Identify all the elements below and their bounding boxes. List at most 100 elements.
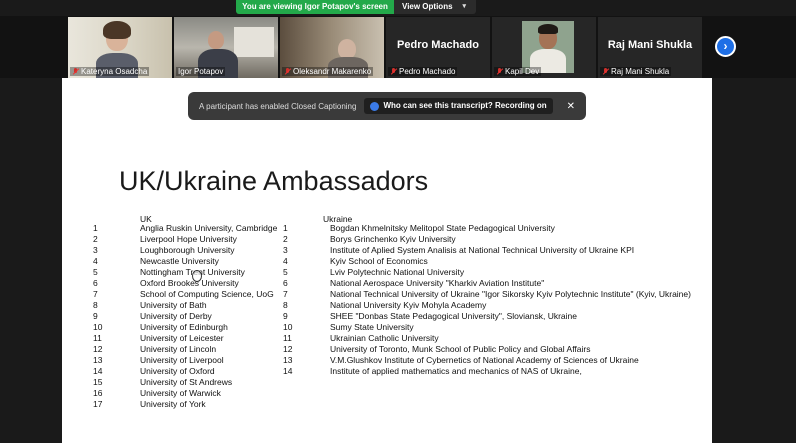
mic-muted-icon [284,67,291,76]
transcript-info-button[interactable]: Who can see this transcript? Recording o… [364,98,553,114]
row-number: 4 [283,256,288,266]
row-number: 7 [283,289,288,299]
row-number: 6 [283,278,288,288]
row-number: 10 [93,322,103,332]
participant-name: Igor Potapov [176,67,226,76]
mouse-cursor [192,270,202,282]
uk-university: Oxford Brookes University [140,278,239,288]
chevron-right-icon: › [723,39,728,53]
ukraine-university: Institute of applied mathematics and mec… [330,366,582,376]
uk-university: University of York [140,399,206,409]
ukraine-university: National Technical University of Ukraine… [330,289,691,299]
row-number: 13 [93,355,103,365]
participant-name: Oleksandr Makarenko [282,67,374,76]
transcript-info-label: Who can see this transcript? Recording o… [383,101,547,110]
mic-muted-icon [496,67,503,76]
ukraine-university-list: Bogdan Khmelnitsky Melitopol State Pedag… [330,223,691,377]
row-number: 4 [93,256,98,266]
row-number: 7 [93,289,98,299]
uk-university: Loughborough University [140,245,235,255]
next-participants-button[interactable]: › [715,36,736,57]
row-number: 13 [283,355,293,365]
uk-university: University of Warwick [140,388,221,398]
chevron-down-icon: ▾ [462,3,467,10]
row-number: 2 [93,234,98,244]
participant-tile[interactable]: Raj Mani Shukla Raj Mani Shukla [598,17,702,78]
row-number: 16 [93,388,103,398]
row-number: 14 [93,366,103,376]
uk-university: University of Derby [140,311,212,321]
uk-university: Nottingham Trent University [140,267,245,277]
ukraine-university: Lviv Polytechnic National University [330,267,465,277]
cc-notice-text: A participant has enabled Closed Caption… [199,101,357,111]
row-number: 6 [93,278,98,288]
row-number: 2 [283,234,288,244]
uk-number-list: 1 2 3 4 5 6 7 8 9 10 11 12 13 14 15 16 17 [93,223,102,410]
uk-university: University of St Andrews [140,377,233,387]
row-number: 11 [93,333,102,343]
zoom-window: You are viewing Igor Potapov's screen Vi… [0,0,796,443]
viewing-message: You are viewing Igor Potapov's screen [236,0,394,14]
participant-tile[interactable]: Kateryna Osadcha [68,17,172,78]
participant-name: Kapil Dev [494,67,542,76]
ukraine-university: University of Toronto, Munk School of Pu… [330,344,591,354]
slide-title: UK/Ukraine Ambassadors [119,166,429,196]
uk-university-list: Anglia Ruskin University, Cambridge Liver… [140,223,277,410]
uk-university: University of Bath [140,300,207,310]
row-number: 14 [283,366,293,376]
participant-tile[interactable]: Pedro Machado Pedro Machado [386,17,490,78]
participant-display-name: Pedro Machado [397,39,479,51]
row-number: 12 [93,344,103,354]
uk-university: Liverpool Hope University [140,234,237,244]
ukraine-university: Ukrainian Catholic University [330,333,439,343]
row-number: 5 [93,267,98,277]
ukraine-university: Sumy State University [330,322,414,332]
ukraine-university: Bogdan Khmelnitsky Melitopol State Pedag… [330,223,555,233]
uk-university: School of Computing Science, UoG [140,289,274,299]
participant-name: Kateryna Osadcha [70,67,150,76]
participant-tile[interactable]: Kapil Dev [492,17,596,78]
view-options-label: View Options [402,2,453,11]
row-number: 15 [93,377,103,387]
ukraine-university: Borys Grinchenko Kyiv University [330,234,456,244]
viewing-banner: You are viewing Igor Potapov's screen Vi… [236,0,476,14]
ukraine-university: National Aerospace University "Kharkiv A… [330,278,545,288]
row-number: 12 [283,344,293,354]
shared-screen: UK/Ukraine Ambassadors UK Ukraine 123456… [62,78,712,443]
row-number: 9 [283,311,288,321]
uk-university: University of Liverpool [140,355,224,365]
row-number: 1 [93,223,98,233]
row-number: 3 [283,245,288,255]
uk-university: University of Edinburgh [140,322,228,332]
ukraine-university: National University Kyiv Mohyla Academy [330,300,487,310]
uk-university: Anglia Ruskin University, Cambridge [140,223,278,233]
ukraine-university: Kyiv School of Economics [330,256,428,266]
mic-muted-icon [72,67,79,76]
uk-university: University of Oxford [140,366,215,376]
ukraine-university: V.M.Glushkov Institute of Cybernetics of… [330,355,639,365]
closed-caption-notice: A participant has enabled Closed Caption… [188,92,586,120]
row-number: 17 [93,399,103,409]
row-number: 8 [93,300,98,310]
ukraine-number-list: 1 2 3 4 5 6 7 8 9 10 11 12 13 14 [283,223,292,377]
row-number: 8 [283,300,288,310]
info-person-icon [370,101,380,111]
row-number: 5 [283,267,288,277]
participant-tile[interactable]: Igor Potapov [174,17,278,78]
row-number: 9 [93,311,98,321]
row-number: 3 [93,245,98,255]
uk-university: Newcastle University [140,256,219,266]
view-options-button[interactable]: View Options ▾ [394,0,476,14]
participant-display-name: Raj Mani Shukla [607,39,693,51]
ukraine-university: SHEE "Donbas State Pedagogical Universit… [330,311,577,321]
close-icon[interactable]: ✕ [567,101,575,112]
row-number: 1 [283,223,288,233]
participant-name: Raj Mani Shukla [600,67,672,76]
participant-name: Pedro Machado [388,67,458,76]
ukraine-university: Institute of Aplied System Analisis at N… [330,245,635,255]
participant-tile[interactable]: Oleksandr Makarenko [280,17,384,78]
uk-university: University of Leicester [140,333,224,343]
uk-university: University of Lincoln [140,344,217,354]
row-number: 11 [283,333,292,343]
participant-strip: Kateryna Osadcha Igor Potapov Oleksandr … [0,16,796,78]
